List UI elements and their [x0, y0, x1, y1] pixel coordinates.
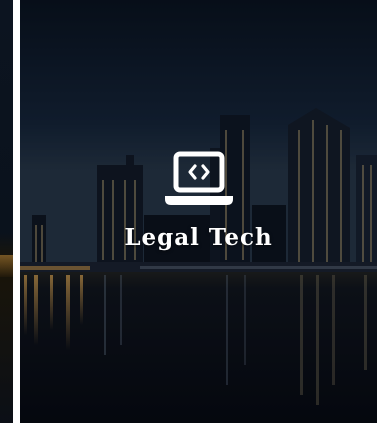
card-title: Legal Tech: [124, 224, 273, 251]
card-gap: [13, 0, 20, 423]
legal-tech-card[interactable]: Legal Tech: [20, 0, 377, 423]
laptop-code-icon: [164, 151, 233, 205]
card-badge: Legal Tech: [20, 150, 377, 251]
